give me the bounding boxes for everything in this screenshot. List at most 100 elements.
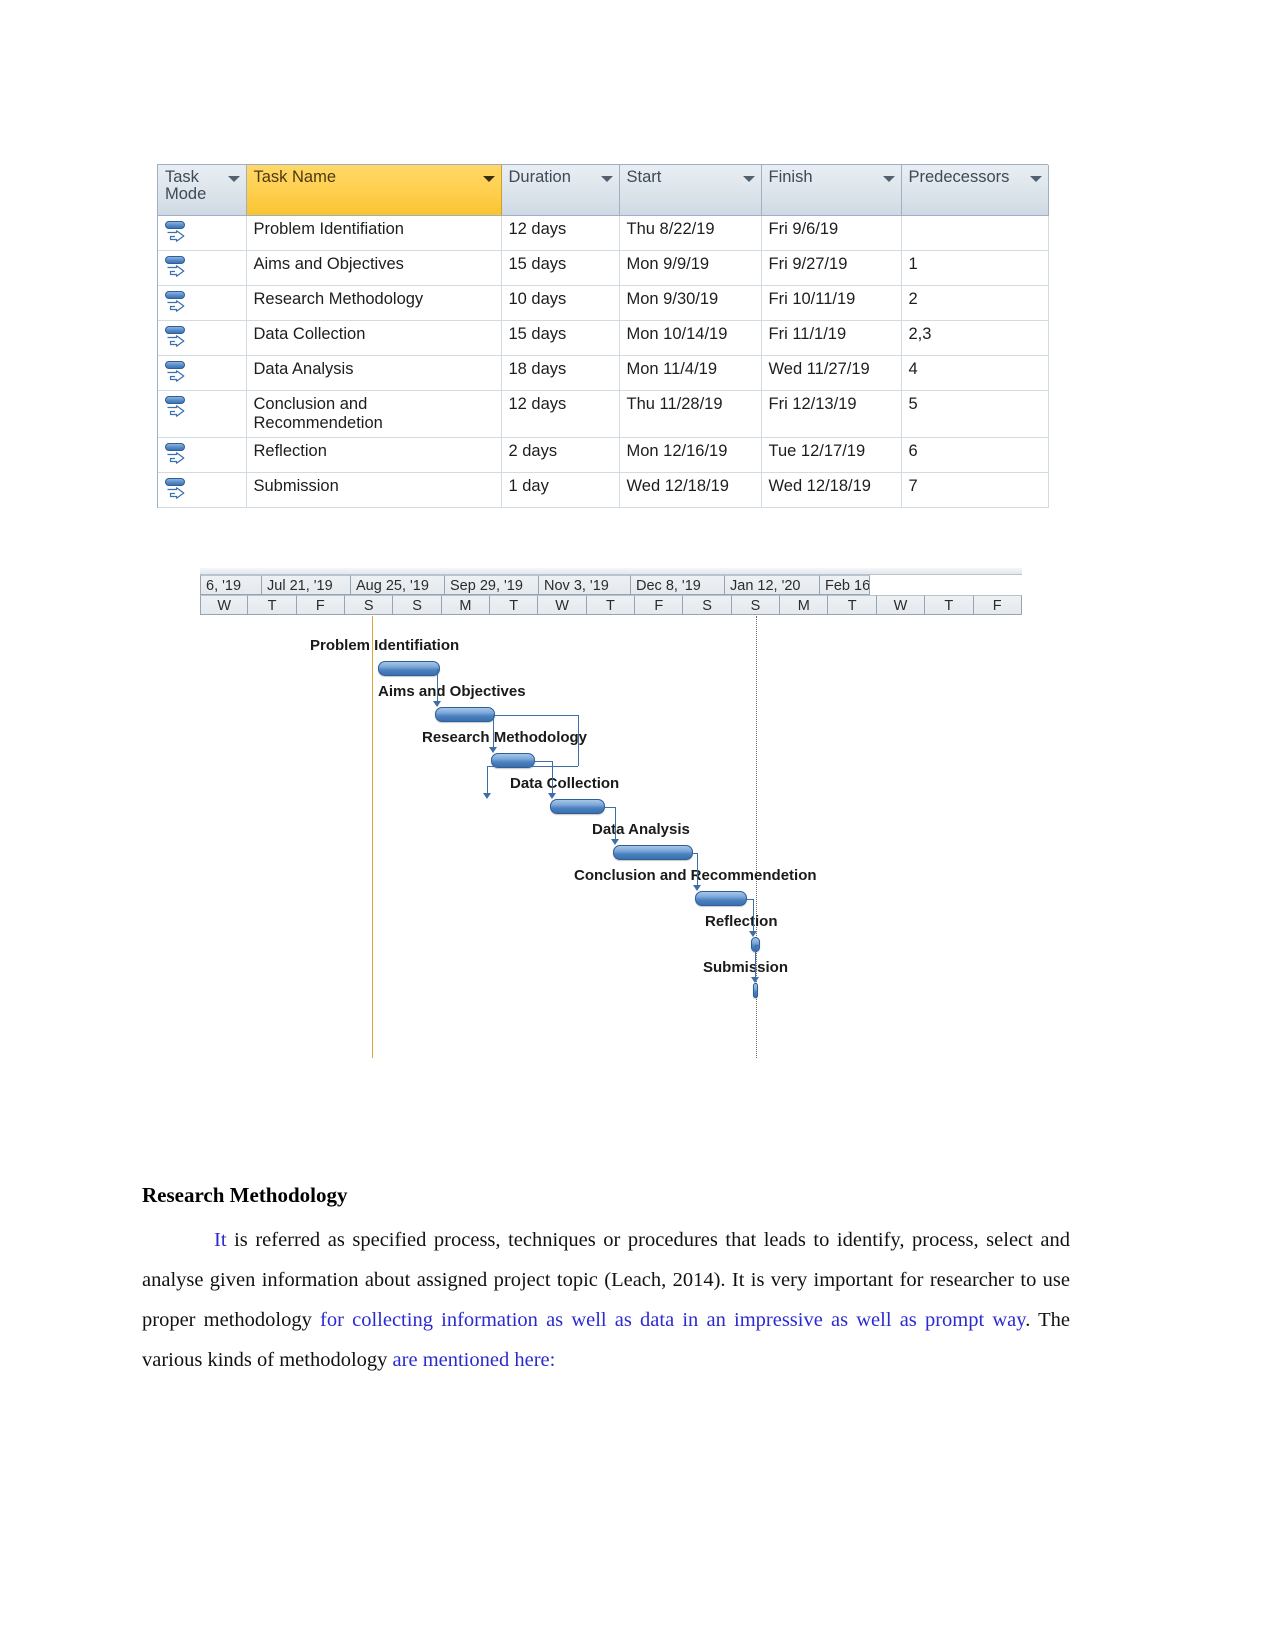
gantt-bar[interactable] <box>550 799 605 814</box>
cell-predecessors[interactable]: 1 <box>901 250 1049 286</box>
cell-task-mode[interactable] <box>158 355 247 391</box>
column-header-label: Duration <box>508 168 571 186</box>
auto-schedule-icon <box>165 290 187 314</box>
chevron-down-icon[interactable] <box>1029 176 1042 182</box>
cell-duration[interactable]: 1 day <box>501 472 620 508</box>
cell-duration[interactable]: 15 days <box>501 250 620 286</box>
gantt-bar[interactable] <box>613 845 693 860</box>
cell-start[interactable]: Mon 9/30/19 <box>619 285 762 321</box>
cell-task-name[interactable]: Problem Identifiation <box>246 215 502 251</box>
table-row[interactable]: Aims and Objectives 15 days Mon 9/9/19 Fri … <box>158 250 1049 286</box>
cell-predecessors[interactable] <box>901 215 1049 251</box>
cell-predecessors[interactable]: 6 <box>901 437 1049 473</box>
gantt-bar[interactable] <box>378 661 440 676</box>
task-table: Task Mode Task Name Duration Start Finis… <box>158 165 1049 508</box>
auto-schedule-icon <box>165 395 187 419</box>
table-row[interactable]: Data Collection 15 days Mon 10/14/19 Fri 11… <box>158 320 1049 356</box>
cell-duration[interactable]: 2 days <box>501 437 620 473</box>
table-row[interactable]: Reflection 2 days Mon 12/16/19 Tue 12/17/19… <box>158 437 1049 473</box>
cell-task-name[interactable]: Aims and Objectives <box>246 250 502 286</box>
cell-task-mode[interactable] <box>158 390 247 438</box>
column-header-label: Finish <box>768 168 813 186</box>
cell-predecessors[interactable]: 4 <box>901 355 1049 391</box>
column-header-label: Task Mode <box>165 168 207 204</box>
cell-task-name[interactable]: Data Analysis <box>246 355 502 391</box>
timeline-month-cell: Feb 16, ' <box>820 575 870 595</box>
timeline-day-cell: T <box>490 595 539 615</box>
cell-finish[interactable]: Wed 11/27/19 <box>761 355 902 391</box>
cell-duration[interactable]: 18 days <box>501 355 620 391</box>
timeline-month-cell: Aug 25, '19 <box>351 575 445 595</box>
cell-duration[interactable]: 15 days <box>501 320 620 356</box>
chevron-down-icon[interactable] <box>882 176 895 182</box>
cell-finish[interactable]: Fri 9/6/19 <box>761 215 902 251</box>
cell-task-name[interactable]: Conclusion and Recommendetion <box>246 390 502 438</box>
gantt-bar[interactable] <box>435 707 495 722</box>
cell-finish[interactable]: Fri 10/11/19 <box>761 285 902 321</box>
cell-task-mode[interactable] <box>158 437 247 473</box>
timeline-day-cell: W <box>200 595 249 615</box>
timeline-month-cell: Jul 21, '19 <box>262 575 351 595</box>
cell-start[interactable]: Thu 11/28/19 <box>619 390 762 438</box>
cell-task-name[interactable]: Research Methodology <box>246 285 502 321</box>
cell-duration[interactable]: 12 days <box>501 215 620 251</box>
table-row[interactable]: Conclusion and Recommendetion 12 days Thu … <box>158 390 1049 438</box>
cell-task-name[interactable]: Reflection <box>246 437 502 473</box>
timeline-day-cell: F <box>973 595 1022 615</box>
table-row[interactable]: Data Analysis 18 days Mon 11/4/19 Wed 11/27… <box>158 355 1049 391</box>
cell-start[interactable]: Mon 9/9/19 <box>619 250 762 286</box>
cell-predecessors[interactable]: 5 <box>901 390 1049 438</box>
cell-task-mode[interactable] <box>158 285 247 321</box>
chevron-down-icon[interactable] <box>742 176 755 182</box>
cell-task-mode[interactable] <box>158 215 247 251</box>
cell-start[interactable]: Mon 12/16/19 <box>619 437 762 473</box>
timeline-day-cell: T <box>925 595 974 615</box>
gantt-bar-label: Conclusion and Recommendetion <box>574 867 817 884</box>
cell-finish[interactable]: Wed 12/18/19 <box>761 472 902 508</box>
cell-start[interactable]: Mon 10/14/19 <box>619 320 762 356</box>
cell-predecessors[interactable]: 2,3 <box>901 320 1049 356</box>
chevron-down-icon[interactable] <box>482 176 495 182</box>
cell-finish[interactable]: Tue 12/17/19 <box>761 437 902 473</box>
cell-duration[interactable]: 12 days <box>501 390 620 438</box>
cell-start[interactable]: Wed 12/18/19 <box>619 472 762 508</box>
chevron-down-icon[interactable] <box>600 176 613 182</box>
paragraph-segment-1: It <box>214 1229 227 1251</box>
gantt-bar[interactable] <box>695 891 747 906</box>
cell-task-name[interactable]: Submission <box>246 472 502 508</box>
cell-task-mode[interactable] <box>158 472 247 508</box>
cell-finish[interactable]: Fri 9/27/19 <box>761 250 902 286</box>
table-row[interactable]: Submission 1 day Wed 12/18/19 Wed 12/18/19 7 <box>158 472 1049 508</box>
timeline-month-cell: Nov 3, '19 <box>539 575 631 595</box>
gantt-bar[interactable] <box>753 983 758 998</box>
gantt-bar-label: Research Methodology <box>422 729 588 746</box>
cell-finish[interactable]: Fri 12/13/19 <box>761 390 902 438</box>
cell-finish[interactable]: Fri 11/1/19 <box>761 320 902 356</box>
column-header-predecessors[interactable]: Predecessors <box>901 165 1049 216</box>
column-header-task-mode[interactable]: Task Mode <box>158 165 247 216</box>
timeline-day-cell: S <box>731 595 781 615</box>
timeline-day-cell: W <box>876 595 926 615</box>
table-row[interactable]: Research Methodology 10 days Mon 9/30/19 Fr… <box>158 285 1049 321</box>
column-header-duration[interactable]: Duration <box>501 165 620 216</box>
timeline-month-cell: Jan 12, '20 <box>725 575 820 595</box>
table-row[interactable]: Problem Identifiation 12 days Thu 8/22/19 F… <box>158 215 1049 251</box>
paragraph-segment-3: for collecting information as well as da… <box>320 1309 1026 1331</box>
cell-start[interactable]: Thu 8/22/19 <box>619 215 762 251</box>
column-header-task-name[interactable]: Task Name <box>246 165 502 216</box>
gantt-plot-area: Problem Identifiation Aims and Objectives… <box>200 616 1022 1058</box>
cell-duration[interactable]: 10 days <box>501 285 620 321</box>
cell-task-name[interactable]: Data Collection <box>246 320 502 356</box>
cell-predecessors[interactable]: 7 <box>901 472 1049 508</box>
column-header-finish[interactable]: Finish <box>761 165 902 216</box>
cell-predecessors[interactable]: 2 <box>901 285 1049 321</box>
task-table-header-row: Task Mode Task Name Duration Start Finis… <box>158 165 1049 216</box>
cell-task-mode[interactable] <box>158 250 247 286</box>
column-header-start[interactable]: Start <box>619 165 762 216</box>
task-table-container: Task Mode Task Name Duration Start Finis… <box>157 164 1049 508</box>
timeline-month-cell: Sep 29, '19 <box>445 575 539 595</box>
auto-schedule-icon <box>165 442 187 466</box>
cell-task-mode[interactable] <box>158 320 247 356</box>
chevron-down-icon[interactable] <box>227 176 240 182</box>
cell-start[interactable]: Mon 11/4/19 <box>619 355 762 391</box>
